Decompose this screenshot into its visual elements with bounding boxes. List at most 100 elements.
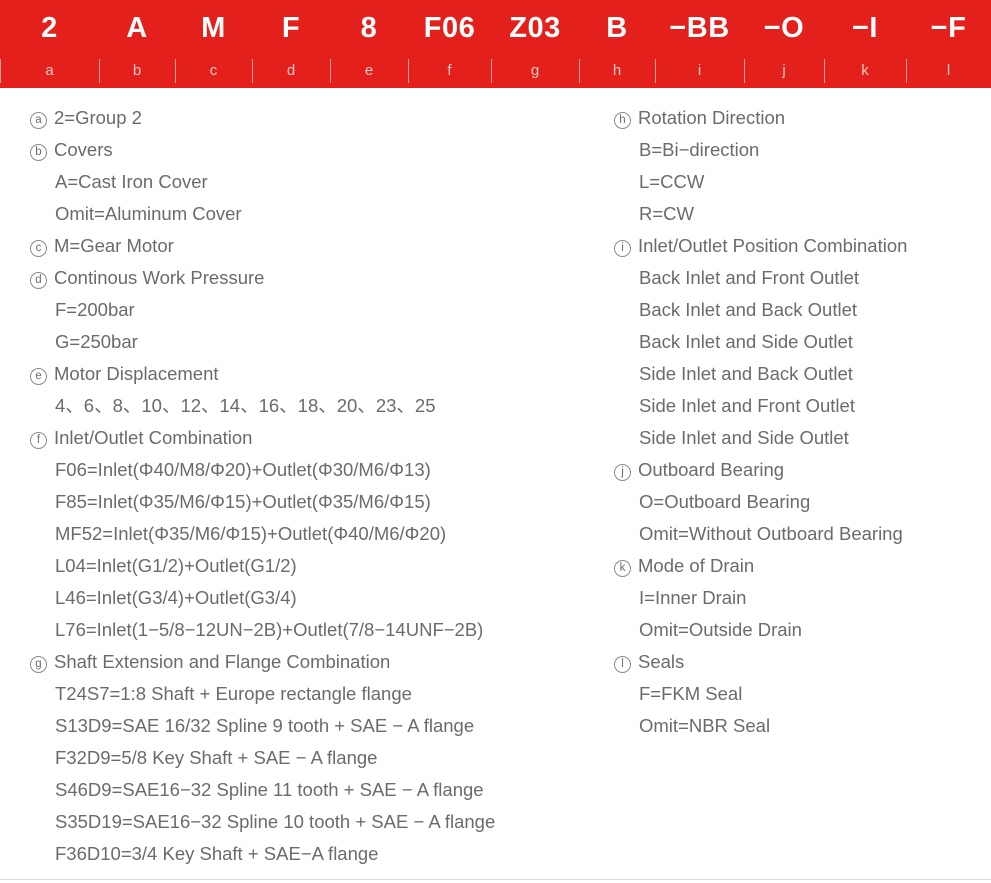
code-letter-e: e (330, 56, 408, 86)
code-letter-d: d (252, 56, 330, 86)
legend-entry-head: i Inlet/Outlet Position Combination (614, 230, 984, 262)
legend-entry-title: Seals (638, 651, 685, 672)
legend-entry-head: f Inlet/Outlet Combination (30, 422, 590, 454)
model-code-letter-row: abcdefghijkl (0, 56, 991, 86)
legend-sub-line: L04=Inlet(G1/2)+Outlet(G1/2) (55, 555, 297, 576)
legend-sub-line: O=Outboard Bearing (639, 491, 811, 512)
code-segment-i: −BB (669, 12, 730, 44)
legend-sub-line: S46D9=SAE16−32 Spline 11 tooth + SAE − A… (55, 779, 484, 800)
legend-sub-line: F36D10=3/4 Key Shaft + SAE−A flange (55, 843, 379, 864)
legend-sub-line: Omit=Aluminum Cover (55, 203, 242, 224)
code-letter-i: i (655, 56, 744, 86)
code-segment-k: −I (852, 12, 878, 44)
legend-sub-line: F32D9=5/8 Key Shaft + SAE − A flange (55, 747, 378, 768)
legend-entry-title: Inlet/Outlet Position Combination (638, 235, 908, 256)
bottom-divider (0, 879, 991, 880)
circled-letter-icon: j (614, 464, 631, 481)
circled-letter-icon: h (614, 112, 631, 129)
legend-sub-line: F=200bar (55, 299, 135, 320)
legend-entry-title: Shaft Extension and Flange Combination (54, 651, 391, 672)
code-segment-f: F06 (423, 12, 476, 44)
legend-entry-h: h Rotation Direction B=Bi−direction L=CCW R=… (614, 102, 984, 230)
circled-letter-icon: f (30, 432, 47, 449)
legend-entry-title: Covers (54, 139, 113, 160)
code-letter-k: k (824, 56, 906, 86)
code-segment-g: Z03 (509, 12, 561, 44)
legend-entry-head: b Covers (30, 134, 590, 166)
code-segment-b: A (126, 12, 148, 44)
legend-entry-title: Inlet/Outlet Combination (54, 427, 253, 448)
code-letter-c: c (175, 56, 252, 86)
legend-entry-head: j Outboard Bearing (614, 454, 984, 486)
legend-content: a 2=Group 2 b Covers A=Cast Iron Cover Omit=A… (0, 88, 991, 880)
legend-column-right: h Rotation Direction B=Bi−direction L=CCW R=… (614, 102, 984, 742)
legend-entry-head: k Mode of Drain (614, 550, 984, 582)
model-code-header: 2 A M F 8 F06 Z03 B −BB −O −I −F abcdefghijkl (0, 0, 991, 88)
legend-entry-f: f Inlet/Outlet Combination F06=Inlet(Φ40/M… (30, 422, 590, 646)
legend-sub-line: Side Inlet and Front Outlet (639, 395, 855, 416)
circled-letter-icon: l (614, 656, 631, 673)
legend-entry-head: e Motor Displacement (30, 358, 590, 390)
legend-sub-line: Omit=Without Outboard Bearing (639, 523, 903, 544)
code-segment-l: −F (930, 12, 967, 44)
circled-letter-icon: k (614, 560, 631, 577)
legend-entry-head: l Seals (614, 646, 984, 678)
legend-entry-title: Continous Work Pressure (54, 267, 265, 288)
legend-entry-j: j Outboard Bearing O=Outboard Bearing Omit=… (614, 454, 984, 550)
legend-entry-title: Rotation Direction (638, 107, 786, 128)
legend-entry-title: Motor Displacement (54, 363, 219, 384)
code-segment-j: −O (763, 12, 805, 44)
legend-sub-line: Side Inlet and Side Outlet (639, 427, 849, 448)
code-letter-f: f (408, 56, 491, 86)
legend-sub-line: F06=Inlet(Φ40/M8/Φ20)+Outlet(Φ30/M6/Φ13) (55, 459, 431, 480)
legend-sub-line: G=250bar (55, 331, 138, 352)
legend-entry-i: i Inlet/Outlet Position Combination Back I… (614, 230, 984, 454)
code-letter-j: j (744, 56, 824, 86)
code-letter-h: h (579, 56, 655, 86)
circled-letter-icon: d (30, 272, 47, 289)
legend-entry-l: l Seals F=FKM Seal Omit=NBR Seal (614, 646, 984, 742)
legend-sub-line: I=Inner Drain (639, 587, 747, 608)
legend-sub-line: F=FKM Seal (639, 683, 743, 704)
legend-sub-line: R=CW (639, 203, 694, 224)
legend-sub-line: Back Inlet and Back Outlet (639, 299, 858, 320)
legend-sub-line: Omit=NBR Seal (639, 715, 771, 736)
legend-entry-c: c M=Gear Motor (30, 230, 590, 262)
legend-sub-line: Omit=Outside Drain (639, 619, 802, 640)
code-segment-a: 2 (41, 12, 58, 44)
circled-letter-icon: e (30, 368, 47, 385)
legend-sub-line: T24S7=1:8 Shaft + Europe rectangle flang… (55, 683, 412, 704)
legend-entry-title: M=Gear Motor (54, 235, 174, 256)
legend-entry-a: a 2=Group 2 (30, 102, 590, 134)
code-segment-e: 8 (360, 12, 378, 44)
legend-sub-line: A=Cast Iron Cover (55, 171, 208, 192)
code-segment-d: F (281, 12, 301, 44)
model-code-row: 2 A M F 8 F06 Z03 B −BB −O −I −F (0, 0, 991, 56)
legend-sub-line: Back Inlet and Front Outlet (639, 267, 860, 288)
legend-sub-line: L76=Inlet(1−5/8−12UN−2B)+Outlet(7/8−14UN… (55, 619, 484, 640)
legend-column-left: a 2=Group 2 b Covers A=Cast Iron Cover Omit=A… (30, 102, 590, 870)
code-letter-a: a (0, 56, 99, 86)
legend-entry-title: Outboard Bearing (638, 459, 785, 480)
legend-sub-line: S35D19=SAE16−32 Spline 10 tooth + SAE − … (55, 811, 496, 832)
legend-entry-title: 2=Group 2 (54, 107, 142, 128)
legend-sub-line: B=Bi−direction (639, 139, 760, 160)
code-letter-b: b (99, 56, 175, 86)
legend-entry-head: d Continous Work Pressure (30, 262, 590, 294)
circled-letter-icon: b (30, 144, 47, 161)
legend-sub-line: 4、6、8、10、12、14、16、18、20、23、25 (55, 395, 436, 416)
legend-entry-head: c M=Gear Motor (30, 230, 590, 262)
circled-letter-icon: a (30, 112, 47, 129)
legend-sub-line: F85=Inlet(Φ35/M6/Φ15)+Outlet(Φ35/M6/Φ15) (55, 491, 431, 512)
circled-letter-icon: i (614, 240, 631, 257)
legend-entry-e: e Motor Displacement 4、6、8、10、12、14、16、18、… (30, 358, 590, 422)
legend-entry-head: h Rotation Direction (614, 102, 984, 134)
legend-sub-line: Back Inlet and Side Outlet (639, 331, 853, 352)
legend-sub-line: L46=Inlet(G3/4)+Outlet(G3/4) (55, 587, 297, 608)
legend-entry-head: a 2=Group 2 (30, 102, 590, 134)
legend-entry-title: Mode of Drain (638, 555, 755, 576)
legend-entry-b: b Covers A=Cast Iron Cover Omit=Aluminum Co… (30, 134, 590, 230)
legend-entry-head: g Shaft Extension and Flange Combination (30, 646, 590, 678)
code-letter-l: l (906, 56, 991, 86)
legend-sub-line: MF52=Inlet(Φ35/M6/Φ15)+Outlet(Φ40/M6/Φ20… (55, 523, 447, 544)
